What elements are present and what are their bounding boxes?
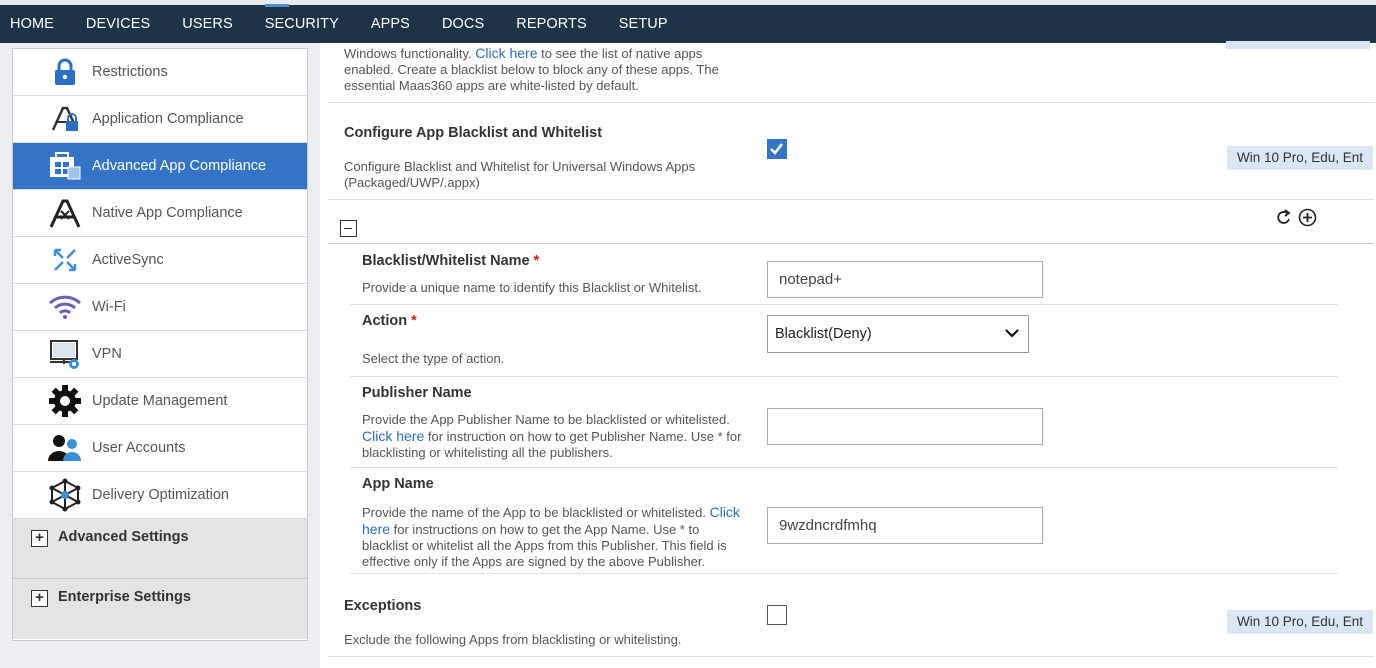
exceptions-checkbox[interactable] — [767, 605, 787, 625]
wifi-icon — [47, 289, 83, 325]
sidebar-item-restrictions[interactable]: Restrictions — [13, 49, 307, 96]
expand-icon[interactable]: + — [31, 530, 48, 547]
publisher-click-here-link[interactable]: Click here — [362, 428, 424, 444]
publisher-name-input[interactable] — [767, 408, 1043, 445]
sidebar-group-label: Advanced Settings — [58, 529, 189, 545]
sidebar-item-label: Restrictions — [92, 64, 168, 80]
sidebar-item-application-compliance[interactable]: Application Compliance — [13, 96, 307, 143]
sidebar-item-label: VPN — [92, 346, 122, 362]
lock-icon — [47, 54, 83, 90]
main-content: Windows functionality. Click here to see… — [320, 41, 1376, 668]
sync-icon — [47, 242, 83, 278]
app-name-desc: Provide the name of the App to be blackl… — [362, 504, 740, 569]
app-store-icon — [47, 195, 83, 231]
gear-icon — [47, 383, 83, 419]
intro-text: Windows functionality. Click here to see… — [344, 45, 719, 93]
top-nav: HOME DEVICES USERS SECURITY APPS DOCS RE… — [0, 0, 1376, 43]
sidebar: Restrictions Application Compliance Adva… — [12, 48, 308, 641]
action-select[interactable]: Blacklist(Deny) — [767, 315, 1029, 353]
sidebar-item-advanced-app-compliance[interactable]: Advanced App Compliance — [13, 143, 307, 190]
sidebar-item-native-app-compliance[interactable]: Native App Compliance — [13, 190, 307, 237]
badge-fragment — [1226, 41, 1370, 49]
configure-desc: Configure Blacklist and Whitelist for Un… — [344, 159, 696, 190]
sidebar-item-label: Application Compliance — [92, 111, 244, 127]
app-name-click-link[interactable]: Click — [710, 504, 740, 520]
refresh-icon[interactable] — [1276, 208, 1292, 226]
nav-reports[interactable]: REPORTS — [516, 5, 587, 43]
sidebar-item-vpn[interactable]: VPN — [13, 331, 307, 378]
action-title: Action * — [362, 313, 417, 329]
nav-security[interactable]: SECURITY — [264, 4, 339, 43]
platform-badge: Win 10 Pro, Edu, Ent — [1227, 610, 1374, 634]
configure-row: Configure App Blacklist and Whitelist Co… — [328, 103, 1374, 200]
platform-badge: Win 10 Pro, Edu, Ent — [1227, 146, 1374, 170]
exceptions-title: Exceptions — [344, 598, 422, 614]
sidebar-group-label: Enterprise Settings — [58, 589, 191, 605]
app-name-row: App Name Provide the name of the App to … — [350, 468, 1338, 574]
sidebar-item-label: Delivery Optimization — [92, 487, 229, 503]
app-name-title: App Name — [362, 476, 434, 492]
sidebar-group-advanced-settings[interactable]: + Advanced Settings — [13, 519, 307, 579]
action-desc: Select the type of action. — [362, 351, 505, 366]
list-name-title: Blacklist/Whitelist Name * — [362, 253, 540, 269]
configure-checkbox[interactable] — [767, 139, 787, 159]
exceptions-desc: Exclude the following Apps from blacklis… — [344, 632, 682, 647]
app-name-here-link[interactable]: here — [362, 521, 390, 537]
app-lock-icon — [47, 101, 83, 137]
sidebar-item-label: Native App Compliance — [92, 205, 243, 221]
nav-users[interactable]: USERS — [182, 5, 232, 43]
sidebar-item-label: ActiveSync — [92, 252, 164, 268]
vpn-icon — [47, 336, 83, 372]
list-name-desc: Provide a unique name to identify this B… — [362, 280, 702, 295]
sidebar-item-wifi[interactable]: Wi-Fi — [13, 284, 307, 331]
nav-apps[interactable]: APPS — [371, 5, 410, 43]
action-row: Action * Select the type of action. Blac… — [350, 305, 1338, 377]
network-icon — [47, 477, 83, 513]
nav-setup[interactable]: SETUP — [619, 5, 668, 43]
app-name-input[interactable] — [767, 507, 1043, 544]
chevron-down-icon — [1005, 329, 1019, 338]
sidebar-item-label: Wi-Fi — [92, 299, 126, 315]
sidebar-group-enterprise-settings[interactable]: + Enterprise Settings — [13, 579, 307, 639]
action-select-value: Blacklist(Deny) — [775, 326, 872, 342]
nav-devices[interactable]: DEVICES — [86, 5, 150, 43]
publisher-title: Publisher Name — [362, 385, 472, 401]
sidebar-item-user-accounts[interactable]: User Accounts — [13, 425, 307, 472]
list-header-row — [328, 200, 1374, 244]
nav-home[interactable]: HOME — [10, 5, 54, 43]
configure-title: Configure App Blacklist and Whitelist — [344, 125, 603, 141]
collapse-icon[interactable] — [340, 220, 357, 237]
windows-store-icon — [47, 148, 83, 184]
users-icon — [47, 430, 83, 466]
list-name-row: Blacklist/Whitelist Name * Provide a uni… — [350, 244, 1338, 305]
sidebar-item-label: Advanced App Compliance — [92, 158, 267, 174]
sidebar-item-delivery-optimization[interactable]: Delivery Optimization — [13, 472, 307, 519]
list-name-input[interactable] — [767, 261, 1043, 298]
sidebar-item-update-management[interactable]: Update Management — [13, 378, 307, 425]
publisher-desc: Provide the App Publisher Name to be bla… — [362, 412, 742, 460]
nav-docs[interactable]: DOCS — [442, 5, 484, 43]
sidebar-item-activesync[interactable]: ActiveSync — [13, 237, 307, 284]
sidebar-item-label: User Accounts — [92, 440, 186, 456]
expand-icon[interactable]: + — [31, 590, 48, 607]
add-icon[interactable] — [1298, 208, 1317, 227]
click-here-link[interactable]: Click here — [475, 45, 537, 61]
checkmark-icon — [770, 143, 783, 155]
intro-row: Windows functionality. Click here to see… — [328, 41, 1374, 103]
exceptions-row: Exceptions Exclude the following Apps fr… — [328, 574, 1374, 657]
sidebar-item-label: Update Management — [92, 393, 228, 409]
publisher-row: Publisher Name Provide the App Publisher… — [350, 377, 1338, 468]
